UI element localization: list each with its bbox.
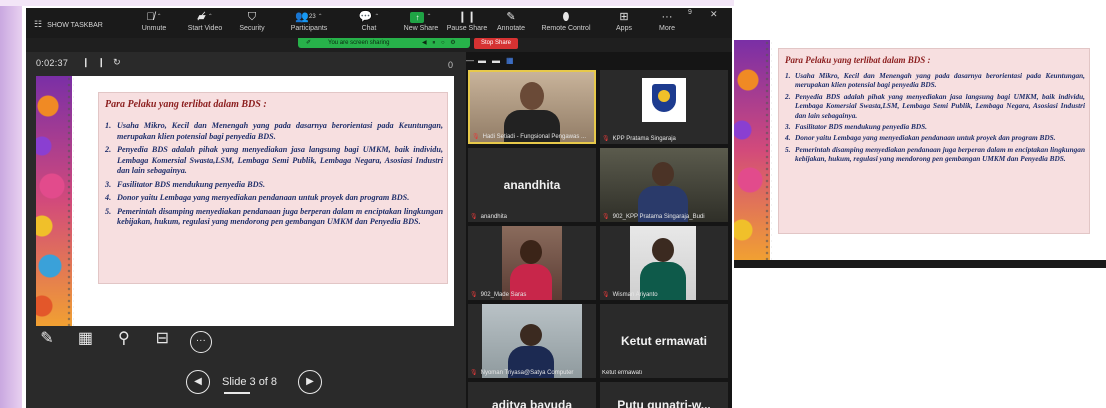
minimize-icon[interactable]: — [466,56,474,65]
more-dots-icon: ··· [661,11,673,23]
video-off-icon: ▰̸ ⌃ [197,11,213,23]
muted-mic-icon: 🎙 [470,214,478,220]
side-slide-item: 2. Penyedia BDS adalah pihak yang menyedi… [785,91,1085,120]
participants-icon: 👥23 ⌃ [295,11,323,23]
pause-share-button[interactable]: ❙❙ Pause Share [446,10,488,38]
muted-mic-icon: 🎙 [470,292,478,298]
participant-video [630,226,696,300]
stop-share-button[interactable]: Stop Share [474,38,518,49]
pause-icon: ❙❙ [457,11,477,23]
slide-item: 4. Donor yaitu Lembaga yang menyediakan p… [105,193,410,202]
side-top-area [734,0,1106,40]
start-video-button[interactable]: ▰̸ ⌃ Start Video [180,10,230,38]
zoom-window: ☷ SHOW TASKBAR 🎙̸ ⌃ Unmute ▰̸ ⌃ Start Video… [26,8,732,408]
participant-video [600,148,728,222]
participant-tile[interactable]: 🎙 Wisman Ariyanto [600,226,728,300]
remote-control-button[interactable]: ⬮ Remote Control [536,10,596,38]
organization-logo [642,78,686,122]
participant-video [502,226,562,300]
speaker-view-icon[interactable]: ▬ [492,56,500,65]
shield-icon: ⛉ [247,11,257,23]
notification-badge: 9 [688,9,692,16]
pin-icon: ✐ [306,40,312,46]
next-slide-button[interactable]: ▶ [298,370,322,394]
muted-mic-icon: 🎙 [472,134,480,140]
pen-icon: ✎ [506,11,516,23]
slides-grid-icon[interactable]: ▦ [74,328,96,350]
apps-button[interactable]: ⊞ Apps [606,10,642,38]
meeting-toolbar: ☷ SHOW TASKBAR 🎙̸ ⌃ Unmute ▰̸ ⌃ Start Video… [26,8,732,38]
muted-mic-icon: 🎙 [602,136,610,142]
slide-content-box: Para Pelaku yang terlibat dalam BDS : 1.… [98,92,448,284]
presenter-tools: ✎ ▦ ⚲ ⊟ ··· [36,328,224,353]
participant-tile[interactable]: 🎙 KPP Pratama Singaraja [600,70,728,144]
previous-slide-button[interactable]: ◀ [186,370,210,394]
share-controls-icons[interactable]: ◀ ⏸ ○ ⚙ [422,38,458,48]
participant-video [482,304,582,378]
side-slide-item: 4. Donor yaitu Lembaga yang menyediakan p… [785,133,1056,143]
dot-border [66,76,74,326]
side-slide-content-box: Para Pelaku yang terlibat dalam BDS : 1.… [778,48,1090,234]
side-slide-item: 1. Usaha Mikro, Kecil dan Menengah yang p… [785,71,1085,90]
security-button[interactable]: ⛉ Security [232,10,272,38]
participant-tile[interactable]: 🎙 902_KPP Pratama Singaraja_Budi [600,148,728,222]
subtitles-icon[interactable]: ⊟ [151,328,173,350]
slide-list: 1. Usaha Mikro, Kecil dan Menengah yang p… [105,121,443,231]
slide-item: 2. Penyedia BDS adalah pihak yang menyedi… [105,145,443,175]
participant-tile[interactable]: 🎙 Hadi Setiadi - Fungsional Pengawas ... [468,70,596,144]
side-slide: Para Pelaku yang terlibat dalam BDS : 1.… [734,40,1106,260]
dot-border [764,40,772,260]
side-blank-area [734,268,1106,408]
participant-tile[interactable]: 🎙 902_Made Saras [468,226,596,300]
overflow-indicator: 0 [448,60,454,70]
chat-bubble-icon: 💬 ⌃ [358,11,380,23]
taskbar-icon: ☷ [34,19,43,29]
share-screen-icon: ↑ ⌃ [400,10,442,24]
strip-view-icon[interactable]: ▬ [478,56,486,65]
side-divider-bar [734,260,1106,268]
gallery-view-controls: — ▬ ▬ ▦ [466,52,732,70]
current-slide: Para Pelaku yang terlibat dalam BDS : 1.… [36,76,454,326]
unmute-button[interactable]: 🎙̸ ⌃ Unmute [132,10,176,38]
pen-tool-icon[interactable]: ✎ [36,328,58,350]
mouse-icon: ⬮ [562,11,570,23]
side-slide-item: 3. Fasilitator BDS mendukung penyedia BDS… [785,122,927,132]
show-taskbar-button[interactable]: ☷ SHOW TASKBAR [34,19,103,30]
muted-mic-icon: 🎙 [602,214,610,220]
timer-controls[interactable]: ❙❙↻ [82,57,129,68]
muted-mic-icon: 🎙 [470,370,478,376]
slide-counter: Slide 3 of 8 [222,376,278,388]
participant-tile[interactable]: aditya bayuda [468,382,596,408]
slide-title: Para Pelaku yang terlibat dalam BDS : [105,99,267,110]
participant-tile[interactable]: 🎙 Nyoman Triyasa@Satya Computer [468,304,596,378]
screen-sharing-banner: ✐ You are screen sharing ◀ ⏸ ○ ⚙ [298,38,470,48]
muted-mic-icon: 🎙 [602,292,610,298]
side-slide-title: Para Pelaku yang terlibat dalam BDS : [785,55,931,65]
more-button[interactable]: ··· More [650,10,684,38]
new-share-button[interactable]: ↑ ⌃ New Share [400,10,442,38]
more-options-icon[interactable]: ··· [189,331,212,353]
chat-button[interactable]: 💬 ⌃ Chat [352,10,386,38]
magnifier-icon[interactable]: ⚲ [113,328,135,350]
apps-icon: ⊞ [619,11,629,23]
annotate-button[interactable]: ✎ Annotate [490,10,532,38]
side-slide-item: 5. Pemerintah disamping menyediakan penda… [785,144,1085,164]
participant-tile[interactable]: Putu gunatri-w... [600,382,728,408]
gallery-view-icon[interactable]: ▦ [506,56,514,65]
participants-button[interactable]: 👥23 ⌃ Participants [284,10,334,38]
side-slide-list: 1. Usaha Mikro, Kecil dan Menengah yang p… [785,71,1085,166]
participant-gallery: — ▬ ▬ ▦ 🎙 Hadi Setiadi - Fungsional Penga… [466,52,732,408]
close-icon[interactable]: ✕ [710,9,718,20]
slide-item: 5. Pemerintah disamping menyediakan penda… [105,206,443,227]
screen-left-edge [0,0,22,408]
participant-tile[interactable]: anandhita 🎙 anandhita [468,148,596,222]
slide-item: 3. Fasilitator BDS mendukung penyedia BDS… [105,179,266,189]
participant-tile[interactable]: Ketut ermawati Ketut ermawati [600,304,728,378]
microphone-muted-icon: 🎙̸ ⌃ [146,11,162,23]
slide-item: 1. Usaha Mikro, Kecil dan Menengah yang p… [105,121,443,141]
slide-progress [224,392,250,394]
presentation-timer: 0:02:37 [36,58,69,68]
participant-video [600,70,728,144]
